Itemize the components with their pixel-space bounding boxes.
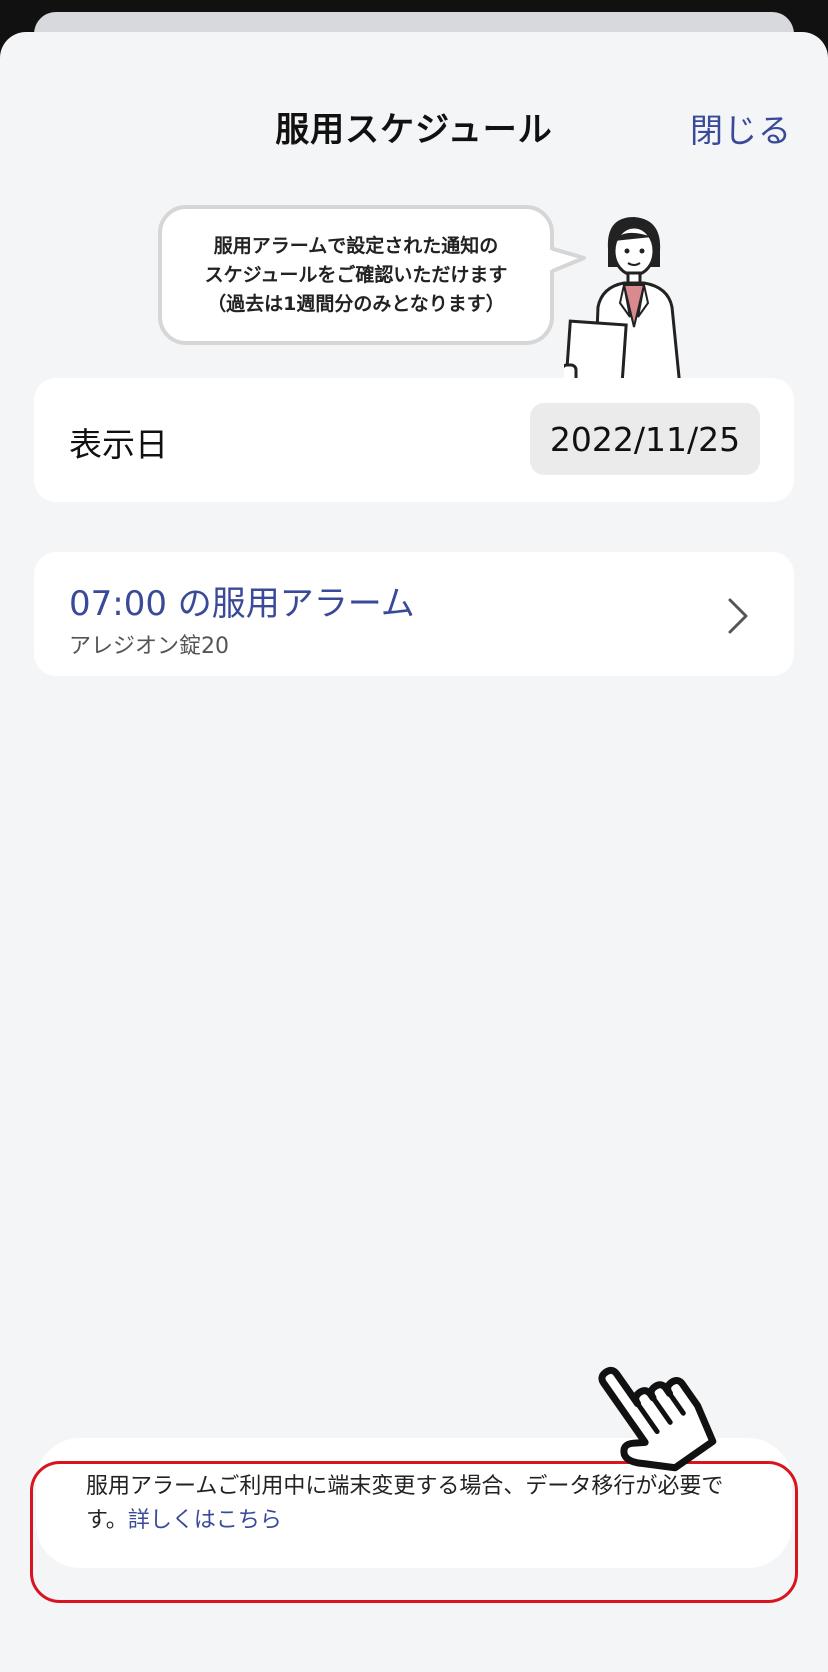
speech-bubble: 服用アラームで設定された通知の スケジュールをご確認いただけます （過去は1週間… <box>158 205 554 345</box>
alarm-list-item[interactable]: 07:00 の服用アラーム アレジオン錠20 <box>34 552 794 676</box>
notice-text-container: 服用アラームご利用中に端末変更する場合、データ移行が必要です。詳しくはこちら <box>86 1470 742 1538</box>
date-picker-button[interactable]: 2022/11/25 <box>530 403 760 475</box>
display-date-label: 表示日 <box>69 425 168 464</box>
details-link[interactable]: 詳しくはこちら <box>128 1508 282 1533</box>
close-button[interactable]: 閉じる <box>690 104 792 152</box>
speech-bubble-text: 服用アラームで設定された通知の スケジュールをご確認いただけます （過去は1週間… <box>204 234 508 315</box>
pharmacist-illustration-icon <box>564 217 684 407</box>
display-date-card: 表示日 2022/11/25 <box>34 378 794 502</box>
pointing-hand-icon <box>598 1366 717 1472</box>
alarm-drug-name: アレジオン錠20 <box>69 634 229 659</box>
alarm-title: 07:00 の服用アラーム <box>69 584 415 624</box>
chevron-right-icon <box>728 598 748 634</box>
